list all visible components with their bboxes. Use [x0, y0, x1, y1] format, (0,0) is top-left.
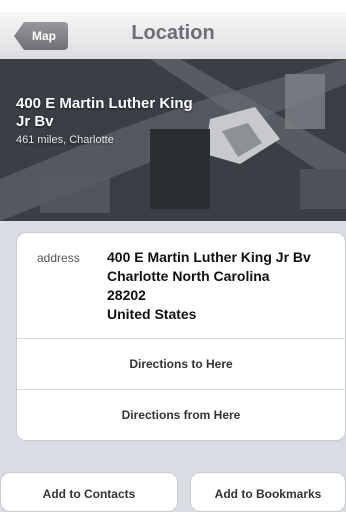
address-row[interactable]: address 400 E Martin Luther King Jr Bv C… [17, 233, 345, 338]
directions-from-here-button[interactable]: Directions from Here [17, 389, 345, 440]
address-label: address [37, 251, 80, 265]
address-value: 400 E Martin Luther King Jr Bv Charlotte… [107, 248, 311, 324]
location-distance: 461 miles, Charlotte [16, 134, 114, 146]
status-bar-area [0, 0, 346, 12]
address-line: United States [107, 306, 197, 322]
page-title: Location [131, 22, 215, 44]
address-card: address 400 E Martin Luther King Jr Bv C… [16, 232, 346, 441]
directions-to-here-button[interactable]: Directions to Here [17, 338, 345, 389]
address-line: Charlotte North Carolina [107, 268, 270, 284]
address-line: 400 E Martin Luther King Jr Bv [107, 249, 311, 265]
navigation-bar: Map Location [0, 12, 346, 60]
address-line: 28202 [107, 287, 146, 303]
add-to-contacts-button[interactable]: Add to Contacts [0, 472, 178, 512]
location-satellite-image: 400 E Martin Luther King Jr Bv 461 miles… [0, 59, 346, 221]
location-title: 400 E Martin Luther King Jr Bv [16, 95, 193, 130]
add-to-bookmarks-button[interactable]: Add to Bookmarks [190, 472, 346, 512]
